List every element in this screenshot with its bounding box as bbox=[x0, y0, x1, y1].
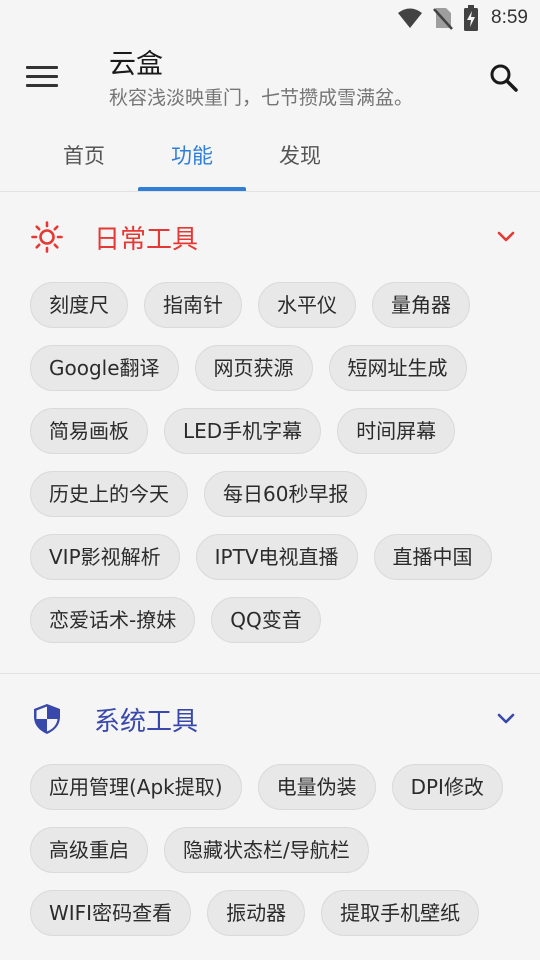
status-time: 8:59 bbox=[491, 7, 528, 28]
chip-vip-video[interactable]: VIP影视解析 bbox=[30, 534, 180, 580]
chip-iptv[interactable]: IPTV电视直播 bbox=[195, 534, 358, 580]
chip-daily-news[interactable]: 每日60秒早报 bbox=[204, 471, 368, 517]
chevron-down-icon[interactable] bbox=[494, 706, 518, 730]
menu-button[interactable] bbox=[26, 66, 58, 90]
status-bar: 8:59 bbox=[0, 0, 540, 36]
chip-compass[interactable]: 指南针 bbox=[144, 282, 242, 328]
chip-live-china[interactable]: 直播中国 bbox=[373, 534, 492, 580]
chip-love-talk[interactable]: 恋爱话术-撩妹 bbox=[30, 597, 196, 643]
no-sim-icon bbox=[433, 8, 453, 30]
chip-history-today[interactable]: 历史上的今天 bbox=[30, 471, 188, 517]
menu-icon-line bbox=[26, 75, 58, 78]
section-header[interactable]: 系统工具 bbox=[30, 674, 518, 764]
chip-group: 刻度尺 指南针 水平仪 量角器 Google翻译 网页获源 短网址生成 简易画板… bbox=[30, 282, 518, 673]
section-daily-tools: 日常工具 刻度尺 指南针 水平仪 量角器 Google翻译 网页获源 短网址生成… bbox=[0, 192, 540, 673]
chip-vibrator[interactable]: 振动器 bbox=[207, 890, 306, 936]
section-system-tools: 系统工具 应用管理(Apk提取) 电量伪装 DPI修改 高级重启 隐藏状态栏/导… bbox=[0, 674, 540, 960]
tab-bar: 首页 功能 发现 bbox=[0, 124, 540, 192]
search-icon[interactable] bbox=[488, 62, 520, 94]
tab-home[interactable]: 首页 bbox=[30, 124, 138, 191]
chip-led-subtitle[interactable]: LED手机字幕 bbox=[164, 408, 322, 454]
chip-simple-drawing[interactable]: 简易画板 bbox=[30, 408, 148, 454]
chip-hide-bars[interactable]: 隐藏状态栏/导航栏 bbox=[164, 827, 369, 873]
battery-charging-icon bbox=[464, 5, 479, 31]
app-title: 云盒 bbox=[109, 49, 163, 80]
app-subtitle: 秋容浅淡映重门，七节攒成雪满盆。 bbox=[109, 87, 414, 109]
chip-short-url[interactable]: 短网址生成 bbox=[328, 345, 467, 391]
chip-dpi-modify[interactable]: DPI修改 bbox=[391, 764, 503, 810]
section-title: 日常工具 bbox=[94, 224, 199, 255]
wifi-icon bbox=[398, 8, 423, 28]
chip-ruler[interactable]: 刻度尺 bbox=[30, 282, 128, 328]
chip-protractor[interactable]: 量角器 bbox=[372, 282, 470, 328]
shield-icon bbox=[30, 702, 64, 736]
chip-level[interactable]: 水平仪 bbox=[258, 282, 356, 328]
menu-icon-line bbox=[26, 84, 58, 87]
chip-time-screen[interactable]: 时间屏幕 bbox=[337, 408, 456, 454]
title-block: 云盒 秋容浅淡映重门，七节攒成雪满盆。 bbox=[109, 48, 413, 112]
chip-app-manager[interactable]: 应用管理(Apk提取) bbox=[30, 764, 242, 810]
app-bar: 云盒 秋容浅淡映重门，七节攒成雪满盆。 bbox=[0, 36, 540, 124]
chip-qq-voice[interactable]: QQ变音 bbox=[211, 597, 321, 643]
menu-icon-line bbox=[26, 66, 58, 69]
tab-functions[interactable]: 功能 bbox=[138, 124, 246, 191]
section-header[interactable]: 日常工具 bbox=[30, 192, 518, 282]
chip-wifi-password[interactable]: WIFI密码查看 bbox=[30, 890, 192, 936]
sun-icon bbox=[30, 220, 64, 254]
tab-discover[interactable]: 发现 bbox=[246, 124, 354, 191]
chip-group: 应用管理(Apk提取) 电量伪装 DPI修改 高级重启 隐藏状态栏/导航栏 WI… bbox=[30, 764, 518, 960]
chip-extract-wallpaper[interactable]: 提取手机壁纸 bbox=[321, 890, 480, 936]
chip-web-source[interactable]: 网页获源 bbox=[194, 345, 313, 391]
chevron-down-icon[interactable] bbox=[494, 224, 518, 248]
section-title: 系统工具 bbox=[94, 706, 199, 737]
chip-advanced-reboot[interactable]: 高级重启 bbox=[30, 827, 148, 873]
chip-google-translate[interactable]: Google翻译 bbox=[30, 345, 179, 391]
chip-battery-fake[interactable]: 电量伪装 bbox=[257, 764, 376, 810]
